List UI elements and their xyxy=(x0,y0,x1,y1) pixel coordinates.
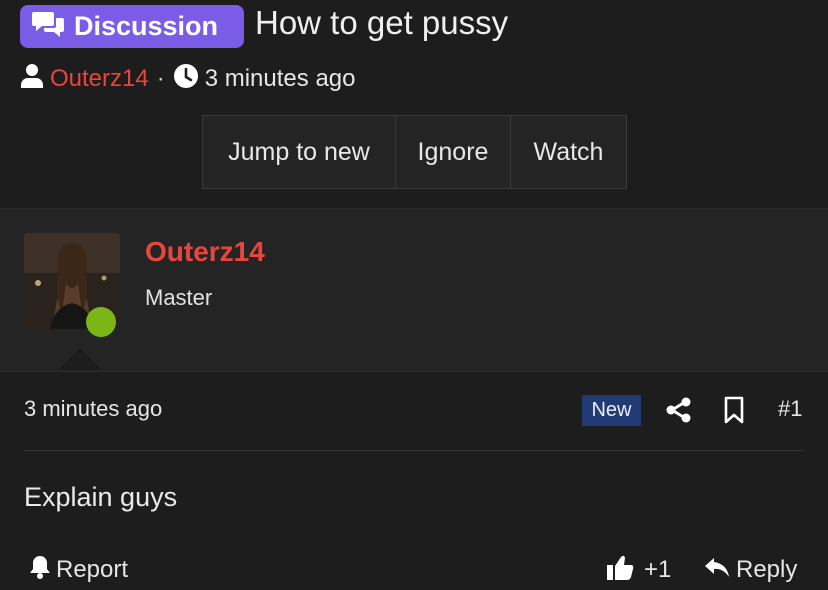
post-timestamp[interactable]: 3 minutes ago xyxy=(24,396,162,422)
user-title: Master xyxy=(145,285,213,310)
thread-action-bar: Jump to new Ignore Watch xyxy=(202,115,627,189)
user-panel-arrow xyxy=(58,348,102,370)
discussion-prefix-label: Discussion xyxy=(74,11,219,41)
thumbs-up-icon xyxy=(606,553,634,588)
bell-icon xyxy=(28,554,52,587)
chat-bubbles-icon xyxy=(32,9,66,44)
reply-button[interactable]: Reply xyxy=(704,555,797,585)
reply-icon xyxy=(704,555,730,586)
clock-icon xyxy=(173,63,199,96)
new-badge: New xyxy=(582,395,641,426)
post-number-link[interactable]: #1 xyxy=(778,396,802,422)
ignore-button[interactable]: Ignore xyxy=(396,116,511,188)
meta-separator: · xyxy=(156,65,165,92)
post-username[interactable]: Outerz14 xyxy=(145,236,265,268)
discussion-prefix-badge[interactable]: Discussion xyxy=(20,5,244,48)
like-count: +1 xyxy=(644,556,672,583)
post-message: Explain guys xyxy=(24,482,178,512)
report-button[interactable]: Report xyxy=(28,555,128,585)
thread-meta: Outerz14 · 3 minutes ago xyxy=(20,63,355,95)
thread-title: How to get pussy xyxy=(255,4,509,41)
thread-author-link[interactable]: Outerz14 xyxy=(50,65,149,93)
reply-label: Reply xyxy=(736,556,798,583)
share-icon[interactable] xyxy=(666,397,692,423)
like-button[interactable]: +1 xyxy=(606,555,671,585)
watch-button[interactable]: Watch xyxy=(511,116,626,188)
bookmark-icon[interactable] xyxy=(722,396,746,424)
jump-to-new-button[interactable]: Jump to new xyxy=(203,116,396,188)
thread-posted-time[interactable]: 3 minutes ago xyxy=(205,65,356,93)
user-icon xyxy=(20,63,44,96)
post-divider xyxy=(24,450,804,451)
report-label: Report xyxy=(56,556,129,583)
post-user-panel xyxy=(0,208,828,372)
online-status-indicator xyxy=(86,307,116,337)
